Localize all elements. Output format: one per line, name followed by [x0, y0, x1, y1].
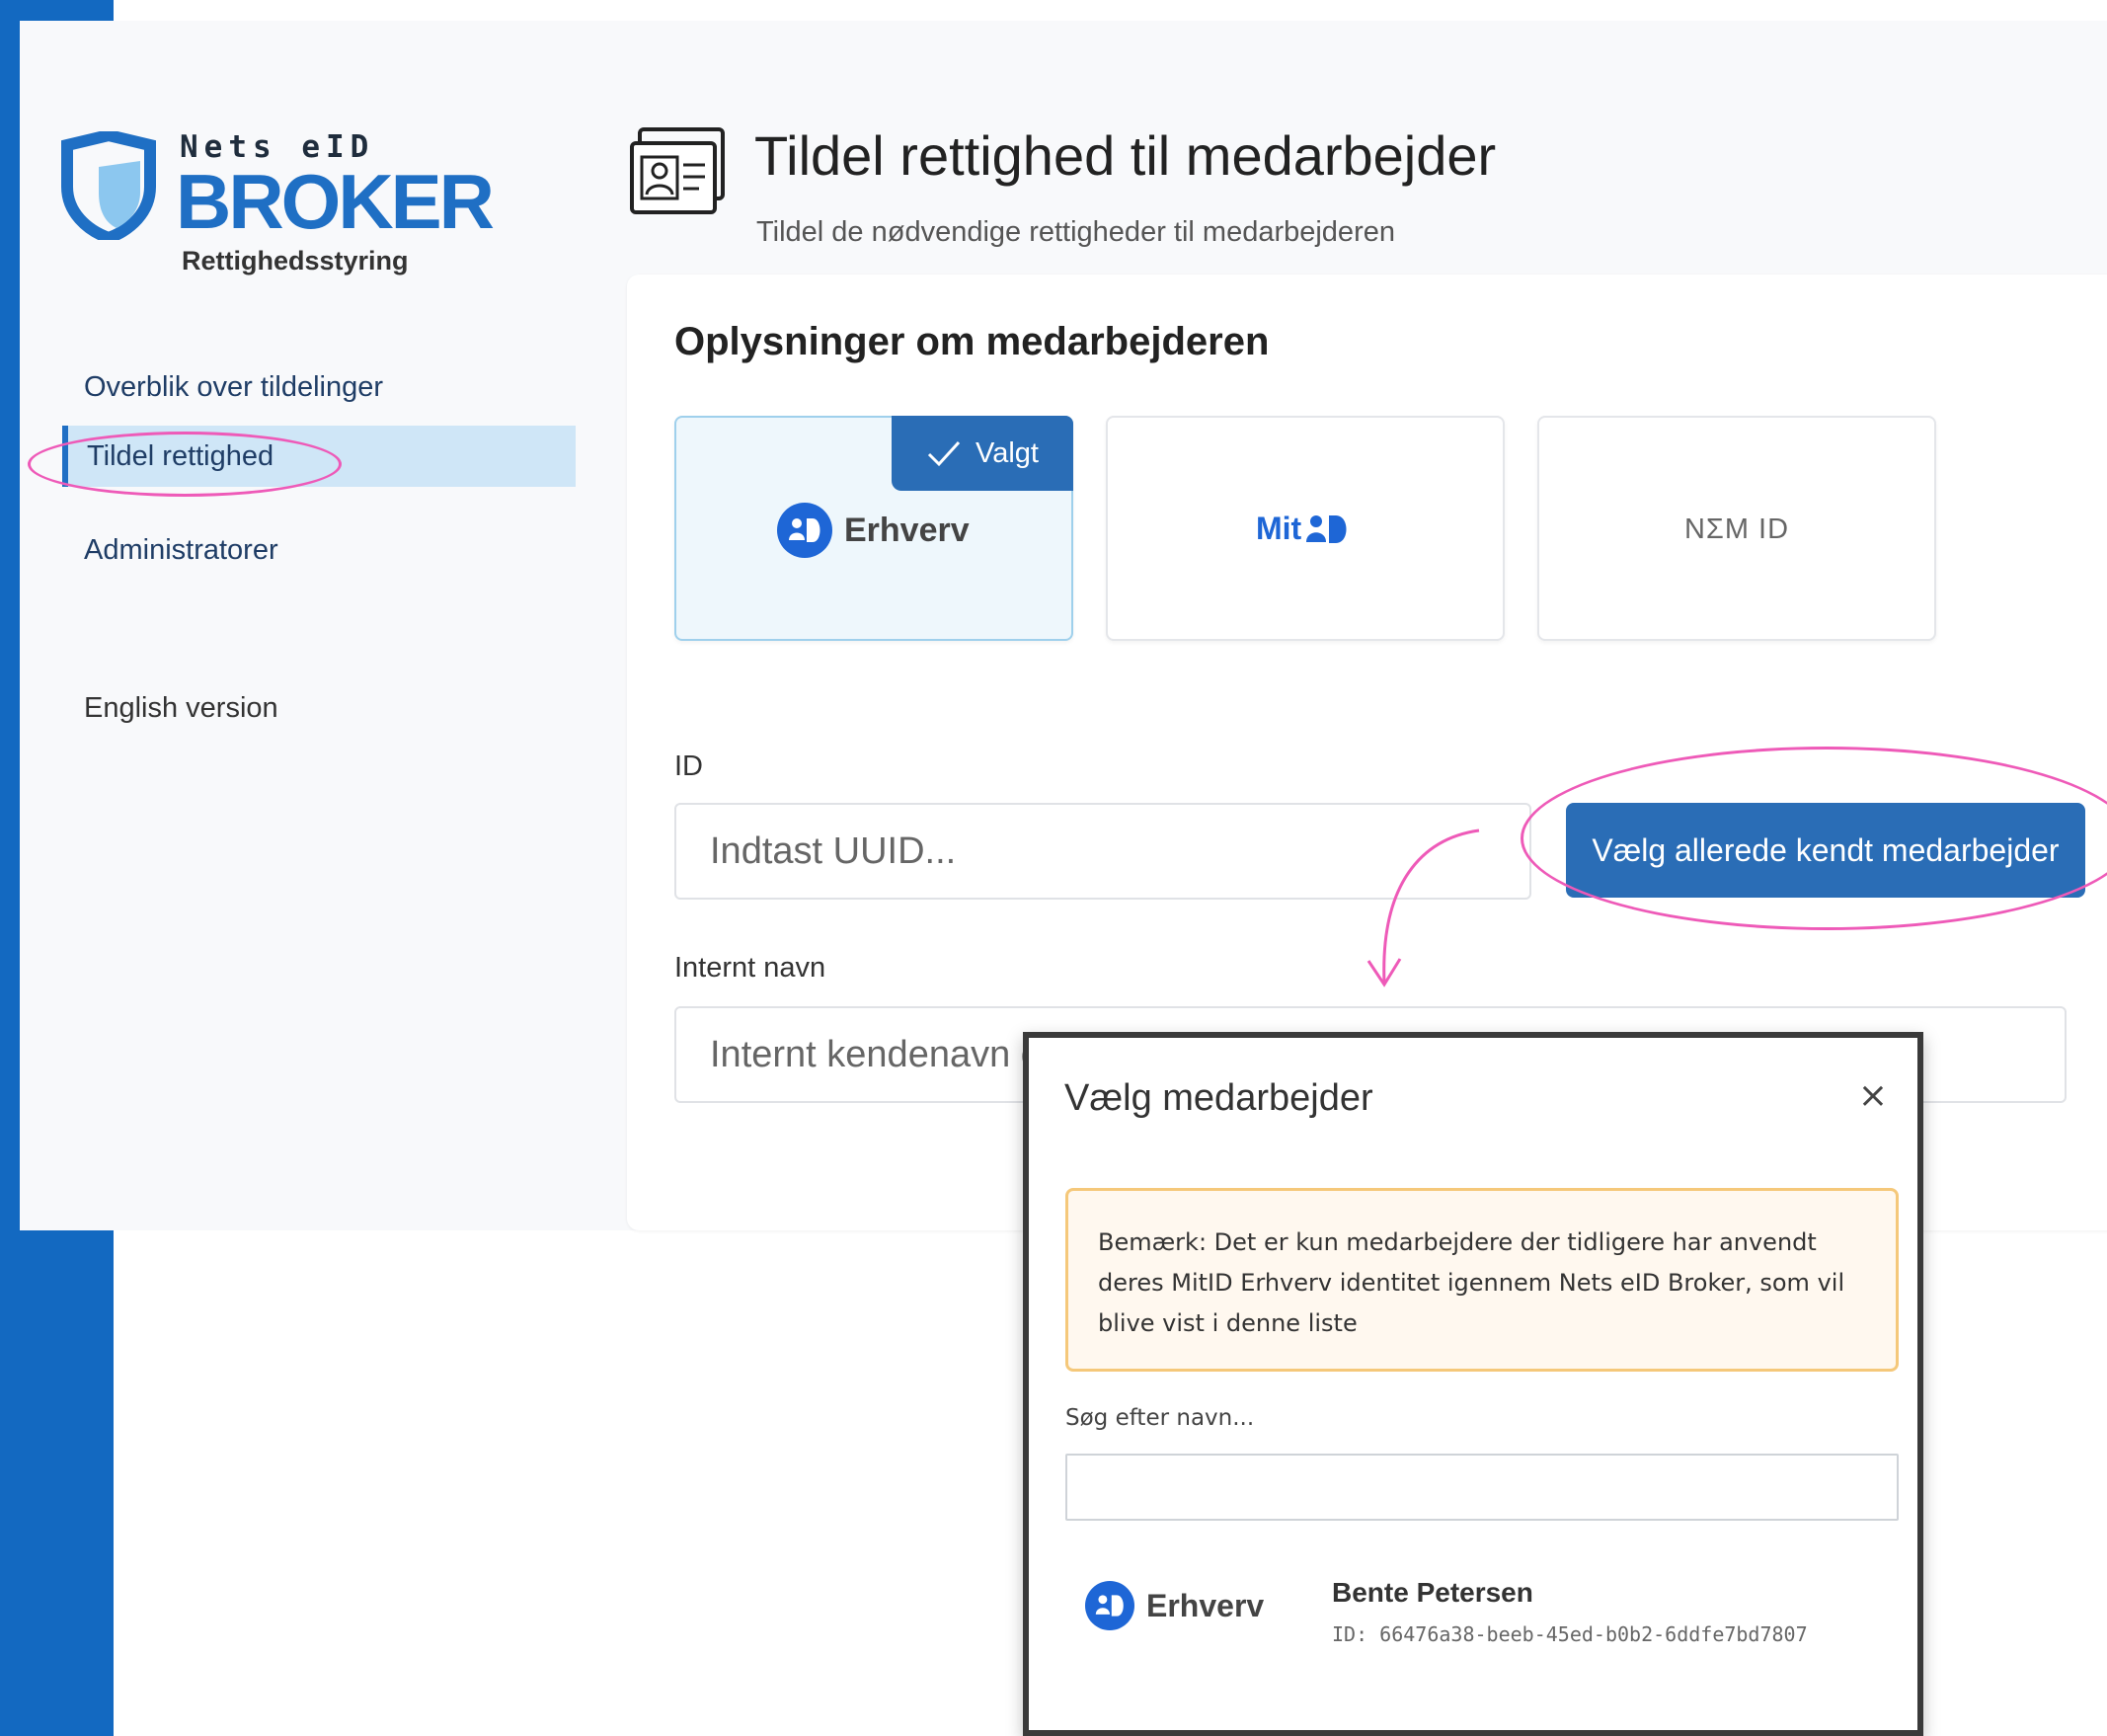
sidebar-item-tildel-rettighed[interactable]: Tildel rettighed	[62, 426, 576, 487]
mitid-label: Mit	[1256, 511, 1302, 546]
nemid-label: NΣM ID	[1683, 513, 1790, 545]
checkmark-icon	[927, 440, 961, 467]
employee-name: Bente Petersen	[1332, 1577, 1533, 1608]
erhverv-logo: Erhverv	[777, 503, 970, 558]
shield-icon	[61, 131, 156, 240]
mitid-id-icon	[1306, 514, 1347, 543]
mitid-logo: Mit	[1256, 511, 1351, 547]
uuid-input[interactable]	[674, 803, 1531, 900]
notice-box: Bemærk: Det er kun medarbejdere der tidl…	[1065, 1188, 1899, 1372]
close-icon[interactable]: ×	[1858, 1075, 1888, 1116]
sidebar-item-administratorer[interactable]: Administratorer	[62, 519, 576, 581]
list-item[interactable]: Erhverv Bente Petersen ID: 66476a38-beeb…	[1065, 1551, 1899, 1660]
erhverv-label: Erhverv	[844, 511, 970, 549]
erhverv-logo: Erhverv	[1085, 1581, 1264, 1630]
mitid-person-icon	[1085, 1581, 1134, 1630]
option-mitid-erhverv[interactable]: Valgt Erhverv	[674, 416, 1073, 641]
modal-title: Vælg medarbejder	[1064, 1077, 1373, 1119]
option-mitid[interactable]: Mit	[1106, 416, 1505, 641]
option-nemid[interactable]: NΣM ID	[1537, 416, 1936, 641]
id-field-label: ID	[674, 750, 703, 782]
page-title: Tildel rettighed til medarbejder	[754, 124, 1497, 187]
selected-badge: Valgt	[892, 416, 1073, 491]
page-subtitle: Tildel de nødvendige rettigheder til med…	[756, 216, 1395, 248]
sidebar-item-english-version[interactable]: English version	[62, 677, 576, 739]
nets-eid-broker-logo: Nets eID BROKER Rettighedsstyring	[59, 110, 533, 287]
logo-broker-text: BROKER	[176, 158, 495, 245]
search-input[interactable]	[1065, 1454, 1899, 1521]
logo-subtitle: Rettighedsstyring	[182, 246, 409, 276]
internal-name-label: Internt navn	[674, 952, 826, 984]
search-label: Søg efter navn...	[1065, 1405, 1255, 1431]
mitid-person-icon	[777, 503, 832, 558]
section-title: Oplysninger om medarbejderen	[674, 320, 1270, 363]
selected-badge-label: Valgt	[975, 436, 1039, 469]
id-card-icon	[630, 127, 725, 214]
sidebar-item-overblik[interactable]: Overblik over tildelinger	[62, 356, 576, 418]
employee-id: ID: 66476a38-beeb-45ed-b0b2-6ddfe7bd7807	[1332, 1622, 1808, 1646]
select-employee-modal: Vælg medarbejder × Bemærk: Det er kun me…	[1023, 1032, 1923, 1736]
select-known-employee-button[interactable]: Vælg allerede kendt medarbejder	[1566, 803, 2085, 898]
provider-label: Erhverv	[1146, 1587, 1265, 1623]
